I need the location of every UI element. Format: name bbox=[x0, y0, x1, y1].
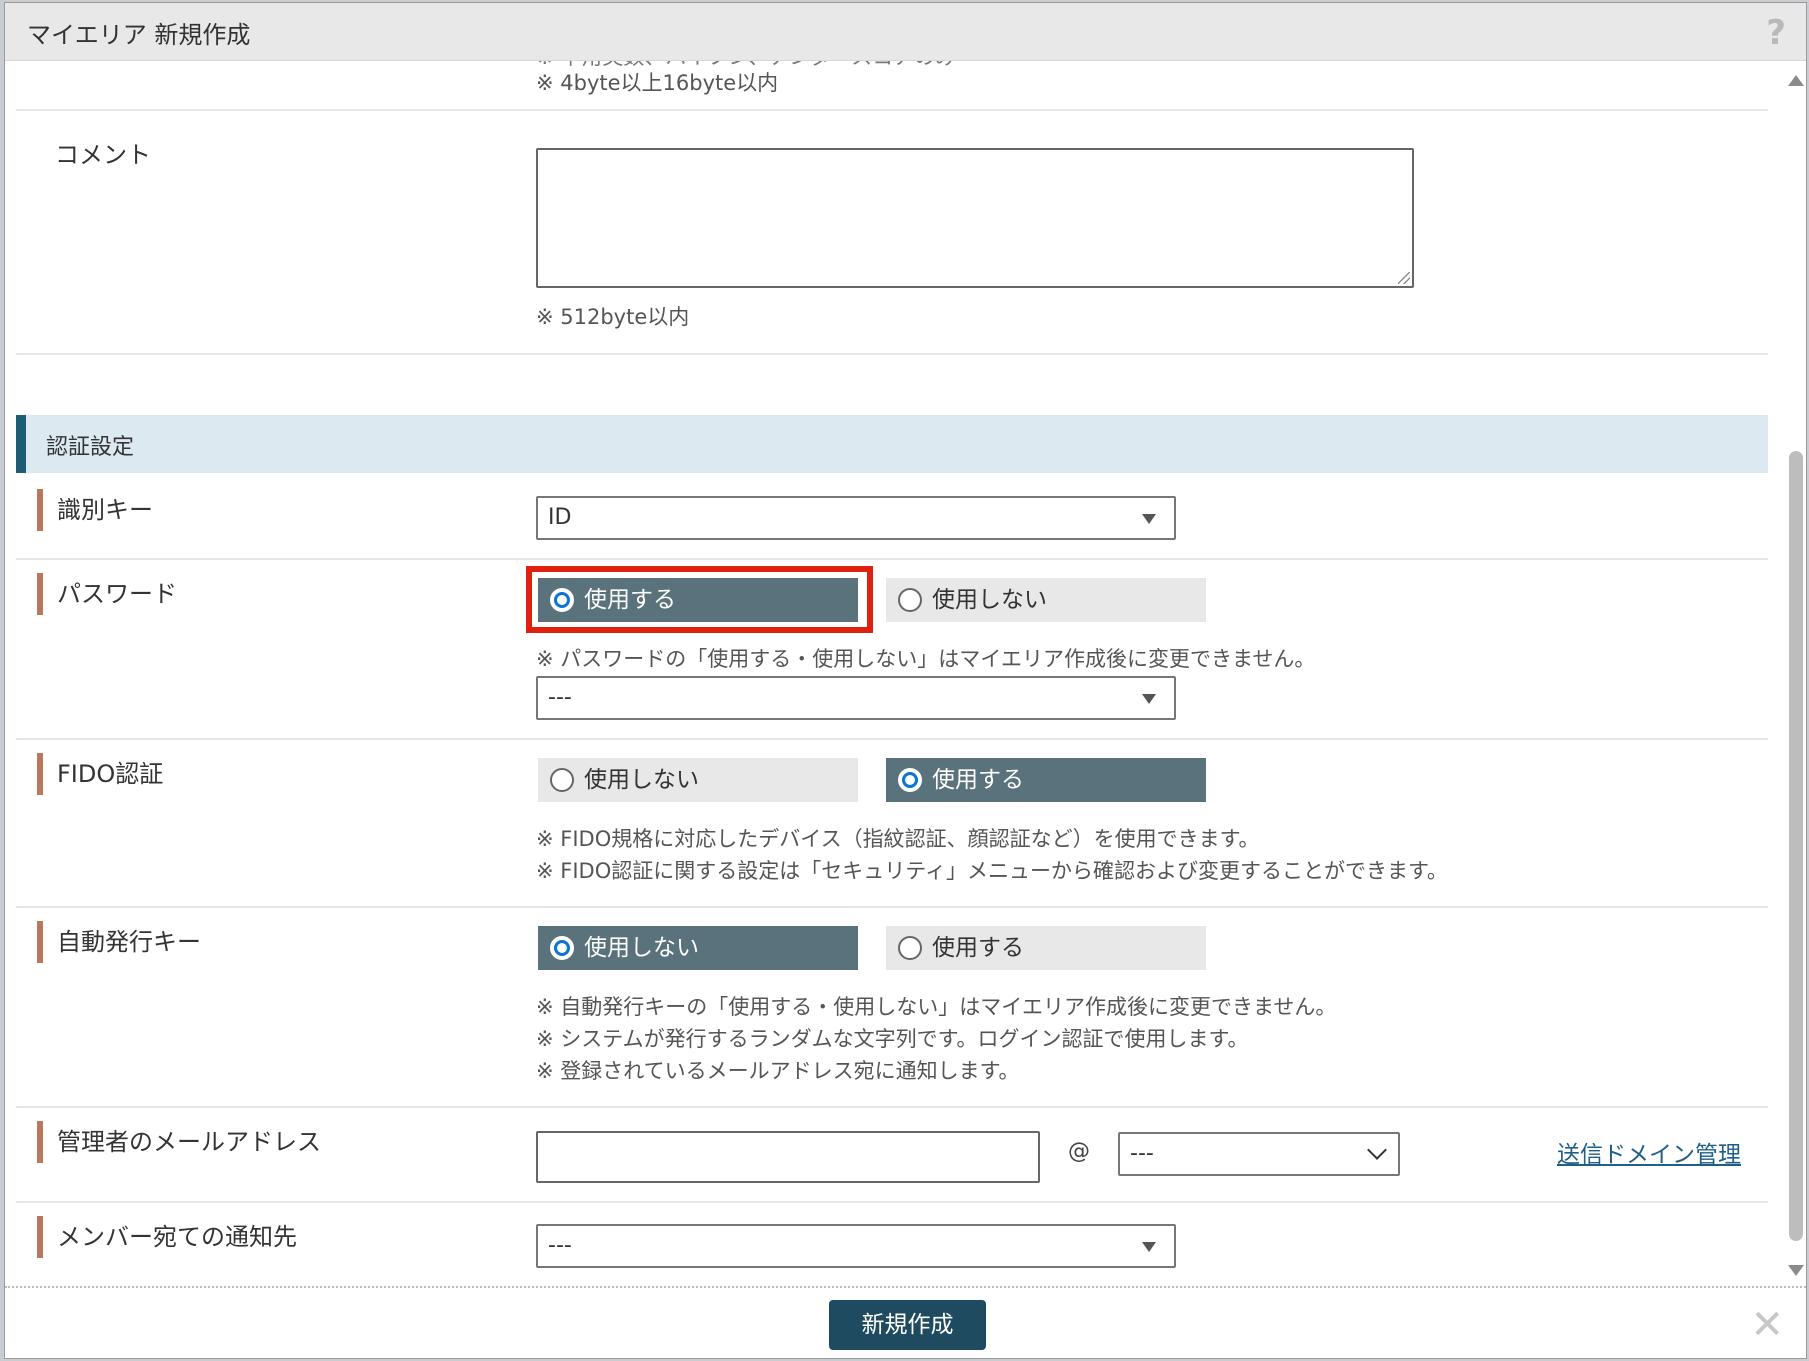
fido-nouse-radio[interactable]: 使用しない bbox=[538, 758, 858, 802]
fido-label: FIDO認証 bbox=[37, 753, 163, 795]
help-icon[interactable]: ? bbox=[1766, 13, 1786, 53]
divider bbox=[16, 558, 1768, 560]
auto-key-nouse-label: 使用しない bbox=[584, 935, 699, 961]
admin-email-domain-selected: --- bbox=[1130, 1141, 1154, 1166]
radio-unselected-icon bbox=[898, 936, 922, 960]
dropdown-arrow-icon bbox=[1142, 694, 1156, 704]
vertical-scrollbar[interactable] bbox=[1785, 61, 1806, 1286]
radio-unselected-icon bbox=[898, 588, 922, 612]
member-notify-label: メンバー宛ての通知先 bbox=[37, 1216, 297, 1258]
auto-key-use-radio[interactable]: 使用する bbox=[886, 926, 1206, 970]
admin-email-label: 管理者のメールアドレス bbox=[37, 1121, 321, 1163]
divider bbox=[16, 1201, 1768, 1203]
password-nouse-label: 使用しない bbox=[932, 587, 1047, 613]
admin-email-domain-select[interactable]: --- bbox=[1118, 1132, 1400, 1176]
password-label: パスワード bbox=[37, 573, 177, 615]
dialog-content: ※ 半角英数、ハイフン、アンダースコアのみ ※ 4byte以上16byte以内 … bbox=[5, 61, 1785, 1286]
divider bbox=[16, 906, 1768, 908]
divider bbox=[16, 109, 1768, 111]
auto-key-label: 自動発行キー bbox=[37, 921, 201, 963]
fido-note-1: ※ FIDO規格に対応したデバイス（指紋認証、顔認証など）を使用できます。 bbox=[536, 827, 1260, 851]
dropdown-arrow-icon bbox=[1142, 514, 1156, 524]
auto-key-use-label: 使用する bbox=[932, 935, 1024, 961]
dialog-title: マイエリア 新規作成 bbox=[27, 21, 251, 49]
close-icon[interactable]: ✕ bbox=[1750, 1302, 1784, 1348]
id-key-label: 識別キー bbox=[37, 489, 153, 531]
radio-selected-icon bbox=[550, 936, 574, 960]
send-domain-manage-link[interactable]: 送信ドメイン管理 bbox=[1557, 1135, 1741, 1169]
radio-selected-icon bbox=[898, 768, 922, 792]
chevron-down-icon bbox=[1367, 1140, 1387, 1160]
password-policy-selected: --- bbox=[548, 685, 572, 710]
dropdown-arrow-icon bbox=[1142, 1242, 1156, 1252]
divider bbox=[16, 1106, 1768, 1108]
at-sign: @ bbox=[1068, 1139, 1090, 1164]
comment-note: ※ 512byte以内 bbox=[536, 305, 690, 329]
highlight-box bbox=[526, 566, 873, 633]
comment-label: コメント bbox=[55, 141, 151, 169]
scrollbar-thumb[interactable] bbox=[1789, 451, 1803, 1241]
fido-note-2: ※ FIDO認証に関する設定は「セキュリティ」メニューから確認および変更すること… bbox=[536, 859, 1448, 883]
resize-grip-icon[interactable] bbox=[1398, 272, 1410, 284]
comment-textarea[interactable] bbox=[536, 148, 1414, 288]
password-note: ※ パスワードの「使用する・使用しない」はマイエリア作成後に変更できません。 bbox=[536, 647, 1316, 671]
fido-nouse-label: 使用しない bbox=[584, 767, 699, 793]
id-key-select[interactable]: ID bbox=[536, 496, 1176, 540]
auto-key-note-3: ※ 登録されているメールアドレス宛に通知します。 bbox=[536, 1059, 1020, 1083]
auto-key-note-2: ※ システムが発行するランダムな文字列です。ログイン認証で使用します。 bbox=[536, 1027, 1249, 1051]
auto-key-nouse-radio[interactable]: 使用しない bbox=[538, 926, 858, 970]
member-notify-selected: --- bbox=[548, 1233, 572, 1258]
member-notify-select[interactable]: --- bbox=[536, 1224, 1176, 1268]
create-button[interactable]: 新規作成 bbox=[829, 1300, 986, 1350]
scroll-down-arrow-icon[interactable] bbox=[1788, 1265, 1804, 1276]
radio-unselected-icon bbox=[550, 768, 574, 792]
password-policy-select[interactable]: --- bbox=[536, 676, 1176, 720]
length-note: ※ 4byte以上16byte以内 bbox=[536, 71, 779, 95]
divider bbox=[16, 738, 1768, 740]
dialog-footer: 新規作成 ✕ bbox=[5, 1286, 1806, 1358]
create-myarea-dialog: マイエリア 新規作成 ? ※ 半角英数、ハイフン、アンダースコアのみ ※ 4by… bbox=[4, 2, 1807, 1359]
fido-use-label: 使用する bbox=[932, 767, 1024, 793]
id-key-selected: ID bbox=[548, 505, 572, 530]
admin-email-local-input[interactable] bbox=[536, 1131, 1040, 1183]
fido-use-radio[interactable]: 使用する bbox=[886, 758, 1206, 802]
auth-section-title: 認証設定 bbox=[46, 435, 135, 460]
scroll-up-arrow-icon[interactable] bbox=[1788, 75, 1804, 86]
password-nouse-radio[interactable]: 使用しない bbox=[886, 578, 1206, 622]
divider bbox=[16, 353, 1768, 355]
auth-section-header: 認証設定 bbox=[16, 415, 1768, 473]
dialog-titlebar: マイエリア 新規作成 ? bbox=[5, 3, 1806, 61]
auto-key-note-1: ※ 自動発行キーの「使用する・使用しない」はマイエリア作成後に変更できません。 bbox=[536, 995, 1337, 1019]
